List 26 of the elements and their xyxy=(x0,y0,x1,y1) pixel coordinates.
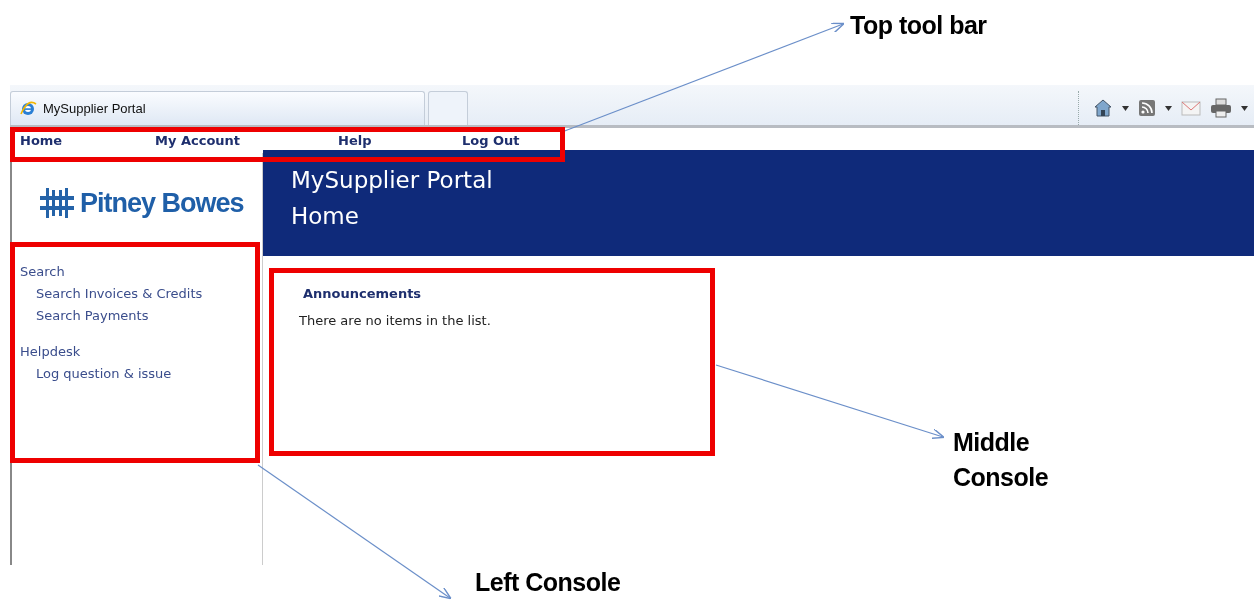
nav-link[interactable]: Log Out xyxy=(462,132,520,148)
logo-text: Pitney Bowes xyxy=(80,187,244,219)
feed-icon[interactable] xyxy=(1138,99,1156,117)
printer-icon[interactable] xyxy=(1210,98,1232,118)
menu-heading-link[interactable]: Search xyxy=(20,261,262,283)
portal-title: MySupplier Portal xyxy=(291,166,494,195)
caret-icon[interactable] xyxy=(1122,105,1129,111)
empty-list-message: There are no items in the list. xyxy=(299,313,492,328)
menu-link[interactable]: Search Payments xyxy=(20,305,262,327)
nav-link[interactable]: My Account xyxy=(155,132,241,148)
callout-label: Middle Console xyxy=(953,427,1050,493)
menu-link[interactable]: Log question & issue xyxy=(20,363,262,385)
menu-link[interactable]: Search Invoices & Credits xyxy=(20,283,262,305)
section-heading: Announcements xyxy=(303,286,423,301)
browser-tab[interactable]: MySupplier Portal xyxy=(10,91,425,125)
nav-link[interactable]: Help xyxy=(338,132,372,148)
callout-label: Left Console xyxy=(475,567,622,598)
caret-icon[interactable] xyxy=(1165,105,1172,111)
home-icon[interactable] xyxy=(1093,98,1113,118)
logo-icon xyxy=(40,188,74,218)
page-title: Home xyxy=(291,202,360,231)
nav-link[interactable]: Home xyxy=(20,132,63,148)
browser-icon xyxy=(19,99,37,118)
callout-label: Top tool bar xyxy=(850,10,988,41)
menu-heading-link[interactable]: Helpdesk xyxy=(20,341,262,363)
caret-icon[interactable] xyxy=(1241,105,1248,111)
